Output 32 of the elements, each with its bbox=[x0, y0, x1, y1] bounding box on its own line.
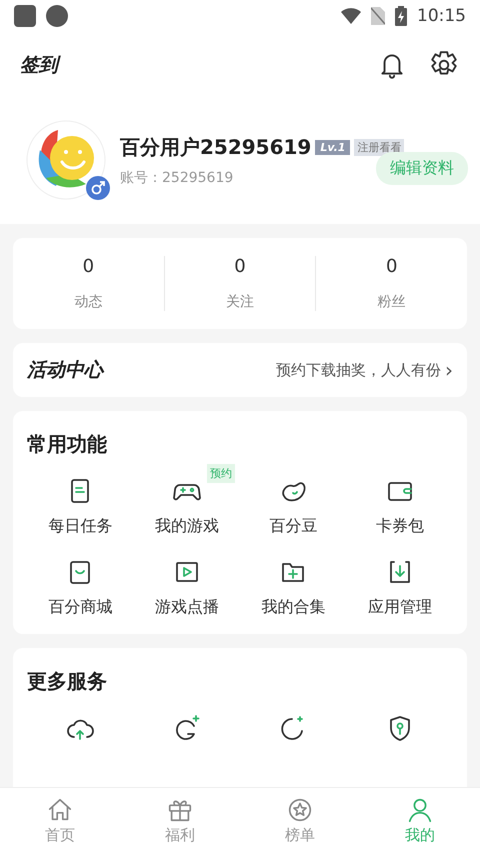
function-label[interactable]: 百分商城 bbox=[48, 597, 112, 618]
no-sim-icon bbox=[371, 7, 385, 25]
notification-icon bbox=[14, 5, 36, 27]
activity-title: 活动中心 bbox=[27, 358, 103, 383]
stat-label[interactable]: 动态 bbox=[74, 293, 102, 311]
wifi-icon bbox=[341, 8, 361, 24]
user-name: 百分用户25295619 bbox=[120, 134, 312, 160]
function-label[interactable]: 游戏点播 bbox=[154, 597, 219, 618]
stat-label[interactable]: 粉丝 bbox=[378, 293, 406, 311]
account-number: 账号：25295619 bbox=[120, 168, 234, 186]
function-label[interactable]: 每日任务 bbox=[48, 516, 112, 537]
reserve-badge: 预约 bbox=[206, 464, 235, 483]
function-label[interactable]: 我的合集 bbox=[261, 597, 326, 618]
level-badge: Lv.1 bbox=[315, 140, 350, 154]
chevron-icon: › bbox=[445, 358, 453, 382]
stat-value[interactable]: 0 bbox=[82, 256, 94, 277]
person-icon bbox=[406, 796, 434, 824]
section-title: 常用功能 bbox=[27, 431, 108, 458]
clock-time: 10:15 bbox=[417, 6, 466, 26]
function-label[interactable]: 应用管理 bbox=[368, 597, 432, 618]
activity-promo: 预约下载抽奖，人人有份 bbox=[276, 360, 441, 380]
stat-value[interactable]: 0 bbox=[386, 256, 398, 277]
activity-card[interactable]: 活动中心 预约下载抽奖，人人有份 › bbox=[13, 343, 467, 397]
battery-charging-icon bbox=[395, 6, 407, 26]
stat-label[interactable]: 关注 bbox=[226, 293, 254, 311]
section-title: 更多服务 bbox=[27, 668, 108, 695]
stat-value[interactable]: 0 bbox=[234, 256, 246, 277]
app-icon bbox=[46, 5, 68, 27]
function-label[interactable]: 百分豆 bbox=[269, 516, 318, 537]
function-label[interactable]: 我的游戏 bbox=[154, 516, 219, 537]
function-label[interactable]: 卡券包 bbox=[376, 516, 424, 537]
male-icon bbox=[86, 176, 110, 200]
